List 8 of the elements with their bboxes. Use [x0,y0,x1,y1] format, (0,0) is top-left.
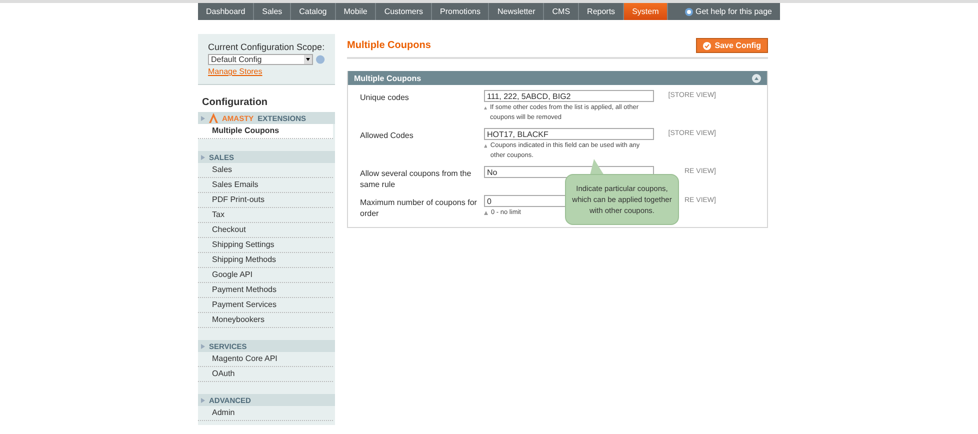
scope-label: Current Configuration Scope: [208,42,325,52]
page-title: Multiple Coupons [347,40,431,51]
field-label: Allowed Codes [360,130,414,142]
field-label: Maximum number of coupons for order [360,197,478,219]
field-label: Allow several coupons from the same rule [360,168,472,190]
field-label: Unique codes [360,92,410,104]
fieldset-title: Multiple Coupons [354,74,422,82]
sidebar-title: Configuration [198,85,335,112]
